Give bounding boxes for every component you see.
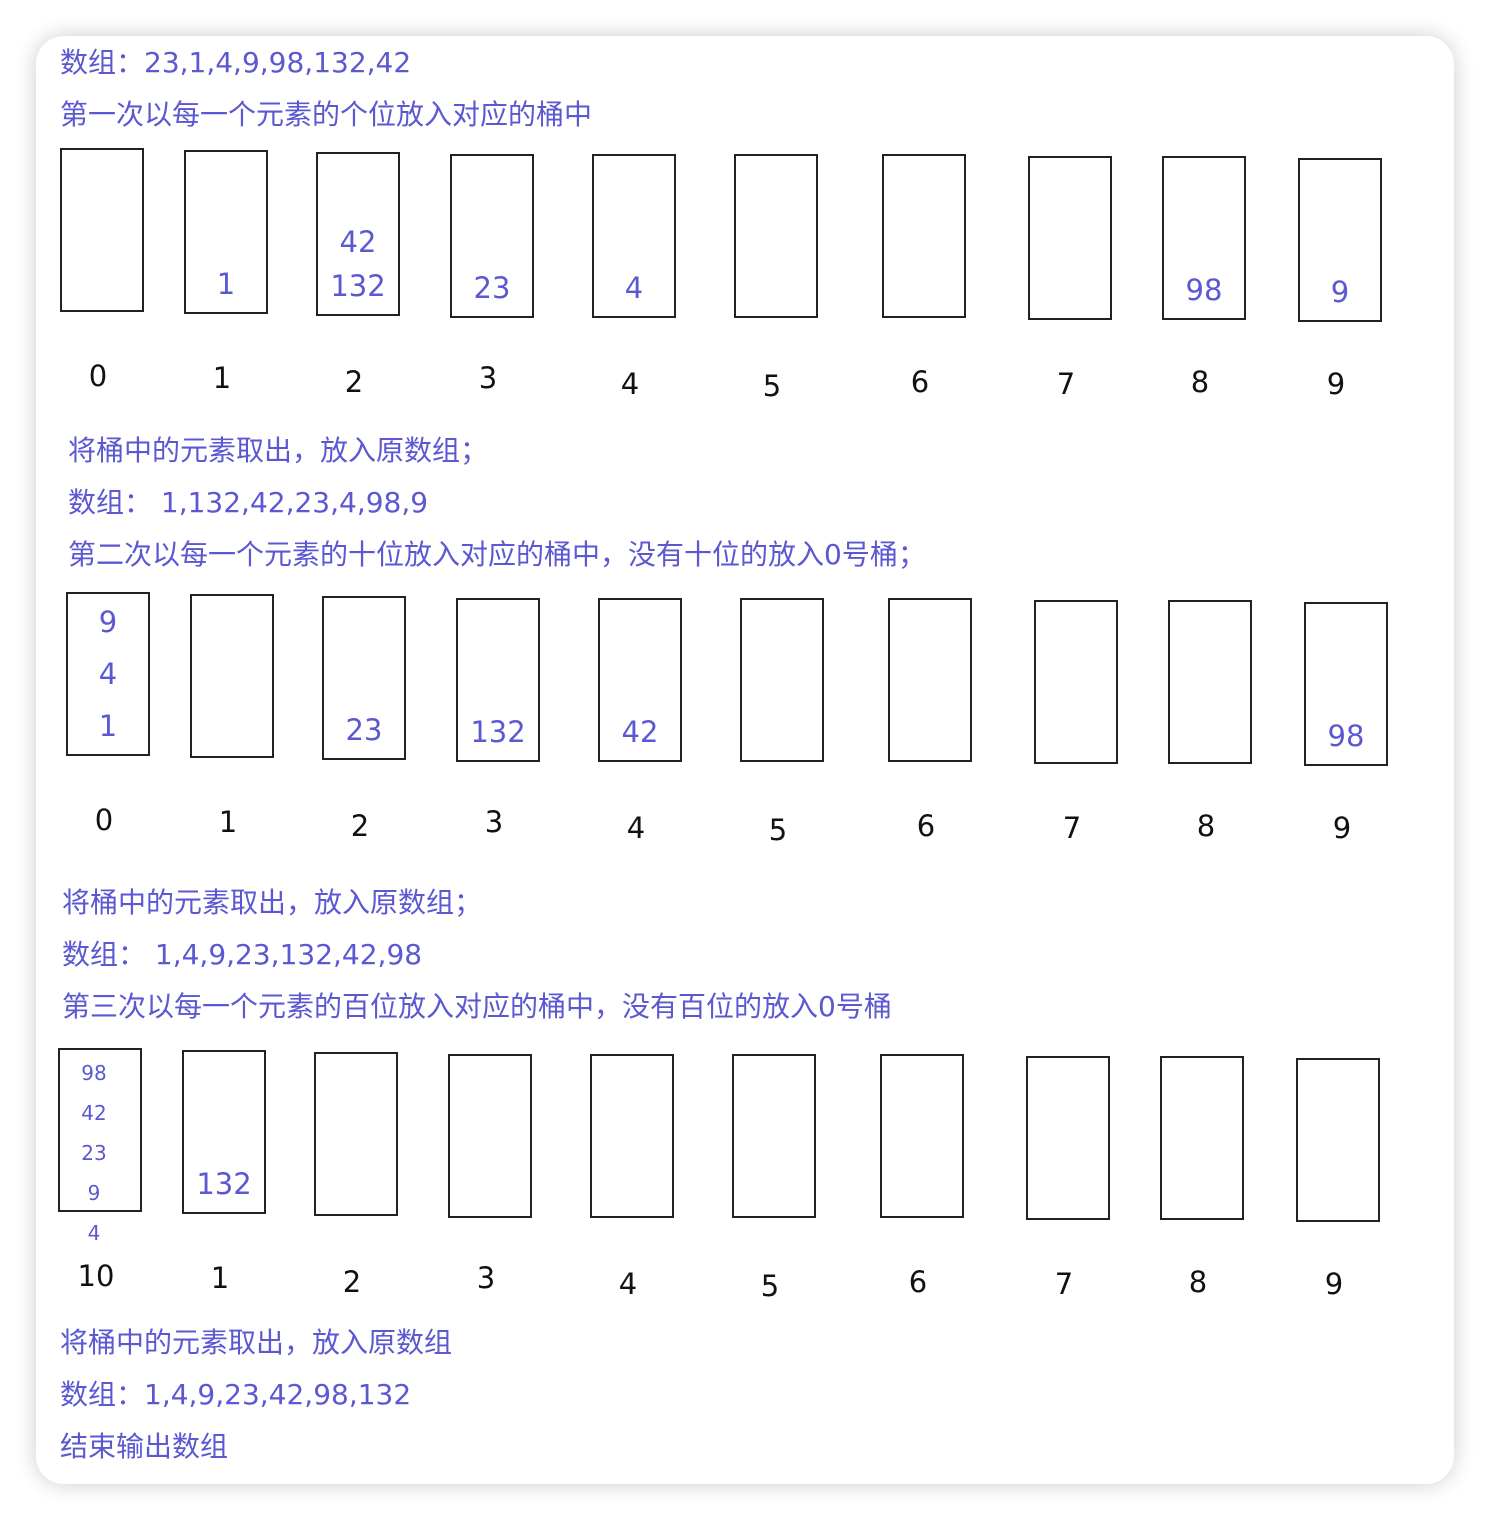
- take-out-text-1: 将桶中的元素取出，放入原数组；: [68, 434, 489, 467]
- step1-text: 第一次以每一个元素的个位放入对应的桶中: [60, 98, 593, 131]
- bucket-2-1: [190, 594, 274, 758]
- bucket-index-label: 9: [1326, 367, 1346, 401]
- bucket-3-8: [1160, 1056, 1244, 1220]
- bucket-value: 4: [624, 271, 644, 305]
- bucket-3-9: [1296, 1058, 1380, 1222]
- bucket-3-5: [732, 1054, 816, 1218]
- bucket-1-5: [734, 154, 818, 318]
- bucket-index-label: 6: [908, 1265, 928, 1299]
- bucket-index-label: 9: [1332, 811, 1352, 845]
- bucket-index-label: 2: [342, 1265, 362, 1299]
- bucket-1-7: [1028, 156, 1112, 320]
- bucket-index-label: 5: [762, 369, 782, 403]
- bucket-value: 9: [1330, 275, 1350, 309]
- bucket-index-label: 3: [476, 1261, 496, 1295]
- bucket-index-label: 7: [1056, 367, 1076, 401]
- bucket-index-label: 8: [1196, 809, 1216, 843]
- bucket-index-label: 0: [94, 803, 114, 837]
- bucket-value: 42: [621, 715, 659, 749]
- bucket-1-6: [882, 154, 966, 318]
- array-after-round1-text: 数组： 1,132,42,23,4,98,9: [68, 486, 429, 519]
- bucket-value: 23: [81, 1141, 107, 1165]
- bucket-value: 132: [196, 1167, 252, 1201]
- bucket-index-label: 1: [210, 1261, 230, 1295]
- bucket-index-label: 5: [760, 1269, 780, 1303]
- bucket-index-label: 3: [484, 805, 504, 839]
- bucket-value: 42: [81, 1101, 107, 1125]
- bucket-index-label: 8: [1188, 1265, 1208, 1299]
- step2-text: 第二次以每一个元素的十位放入对应的桶中，没有十位的放入0号桶；: [68, 538, 926, 571]
- bucket-index-label: 2: [344, 365, 364, 399]
- bucket-value: 9: [98, 605, 118, 639]
- bucket-value: 132: [330, 269, 386, 303]
- bucket-value: 42: [339, 225, 377, 259]
- take-out-text-2: 将桶中的元素取出，放入原数组；: [62, 886, 483, 919]
- bucket-value: 4: [87, 1221, 101, 1245]
- bucket-index-label: 1: [212, 361, 232, 395]
- bucket-value: 1: [98, 709, 118, 743]
- bucket-2-5: [740, 598, 824, 762]
- bucket-index-label: 5: [768, 813, 788, 847]
- bucket-index-label: 10: [77, 1259, 115, 1293]
- bucket-2-7: [1034, 600, 1118, 764]
- bucket-3-4: [590, 1054, 674, 1218]
- bucket-value: 23: [345, 713, 383, 747]
- bucket-value: 9: [87, 1181, 101, 1205]
- bucket-index-label: 1: [218, 805, 238, 839]
- bucket-2-6: [888, 598, 972, 762]
- bucket-1-0: [60, 148, 144, 312]
- bucket-3-7: [1026, 1056, 1110, 1220]
- end-text: 结束输出数组: [60, 1430, 229, 1463]
- step3-text: 第三次以每一个元素的百位放入对应的桶中，没有百位的放入0号桶: [62, 990, 892, 1023]
- bucket-value: 132: [470, 715, 526, 749]
- bucket-index-label: 3: [478, 361, 498, 395]
- bucket-index-label: 6: [910, 365, 930, 399]
- initial-array-text: 数组：23,1,4,9,98,132,42: [60, 46, 412, 79]
- bucket-index-label: 4: [618, 1267, 638, 1301]
- bucket-index-label: 4: [626, 811, 646, 845]
- bucket-index-label: 6: [916, 809, 936, 843]
- bucket-index-label: 4: [620, 367, 640, 401]
- bucket-index-label: 7: [1054, 1267, 1074, 1301]
- bucket-index-label: 8: [1190, 365, 1210, 399]
- take-out-text-3: 将桶中的元素取出，放入原数组: [60, 1326, 453, 1359]
- bucket-index-label: 9: [1324, 1267, 1344, 1301]
- bucket-3-3: [448, 1054, 532, 1218]
- bucket-2-8: [1168, 600, 1252, 764]
- bucket-value: 23: [473, 271, 511, 305]
- bucket-3-2: [314, 1052, 398, 1216]
- bucket-value: 98: [1327, 719, 1365, 753]
- bucket-value: 98: [81, 1061, 107, 1085]
- bucket-value: 98: [1185, 273, 1223, 307]
- bucket-3-6: [880, 1054, 964, 1218]
- array-after-round3-text: 数组：1,4,9,23,42,98,132: [60, 1378, 412, 1411]
- bucket-value: 1: [216, 267, 236, 301]
- bucket-value: 4: [98, 657, 118, 691]
- bucket-index-label: 2: [350, 809, 370, 843]
- bucket-index-label: 0: [88, 359, 108, 393]
- array-after-round2-text: 数组： 1,4,9,23,132,42,98: [62, 938, 423, 971]
- bucket-index-label: 7: [1062, 811, 1082, 845]
